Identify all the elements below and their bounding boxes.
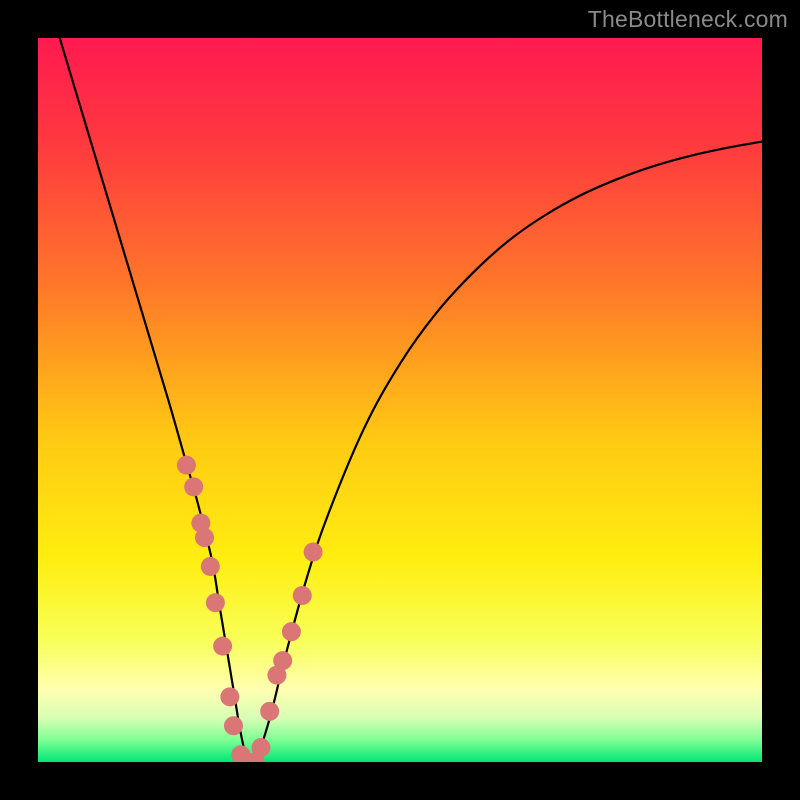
marker-dot bbox=[304, 543, 323, 562]
watermark-text: TheBottleneck.com bbox=[588, 6, 788, 33]
marker-dot bbox=[206, 593, 225, 612]
marker-dot bbox=[201, 557, 220, 576]
chart-background bbox=[38, 38, 762, 762]
marker-dot bbox=[251, 738, 270, 757]
marker-dot bbox=[220, 687, 239, 706]
marker-dot bbox=[273, 651, 292, 670]
marker-dot bbox=[213, 637, 232, 656]
chart-frame: TheBottleneck.com bbox=[0, 0, 800, 800]
marker-dot bbox=[260, 702, 279, 721]
chart-svg bbox=[38, 38, 762, 762]
marker-dot bbox=[224, 716, 243, 735]
marker-dot bbox=[184, 477, 203, 496]
marker-dot bbox=[293, 586, 312, 605]
plot-area bbox=[38, 38, 762, 762]
marker-dot bbox=[195, 528, 214, 547]
marker-dot bbox=[177, 456, 196, 475]
marker-dot bbox=[282, 622, 301, 641]
